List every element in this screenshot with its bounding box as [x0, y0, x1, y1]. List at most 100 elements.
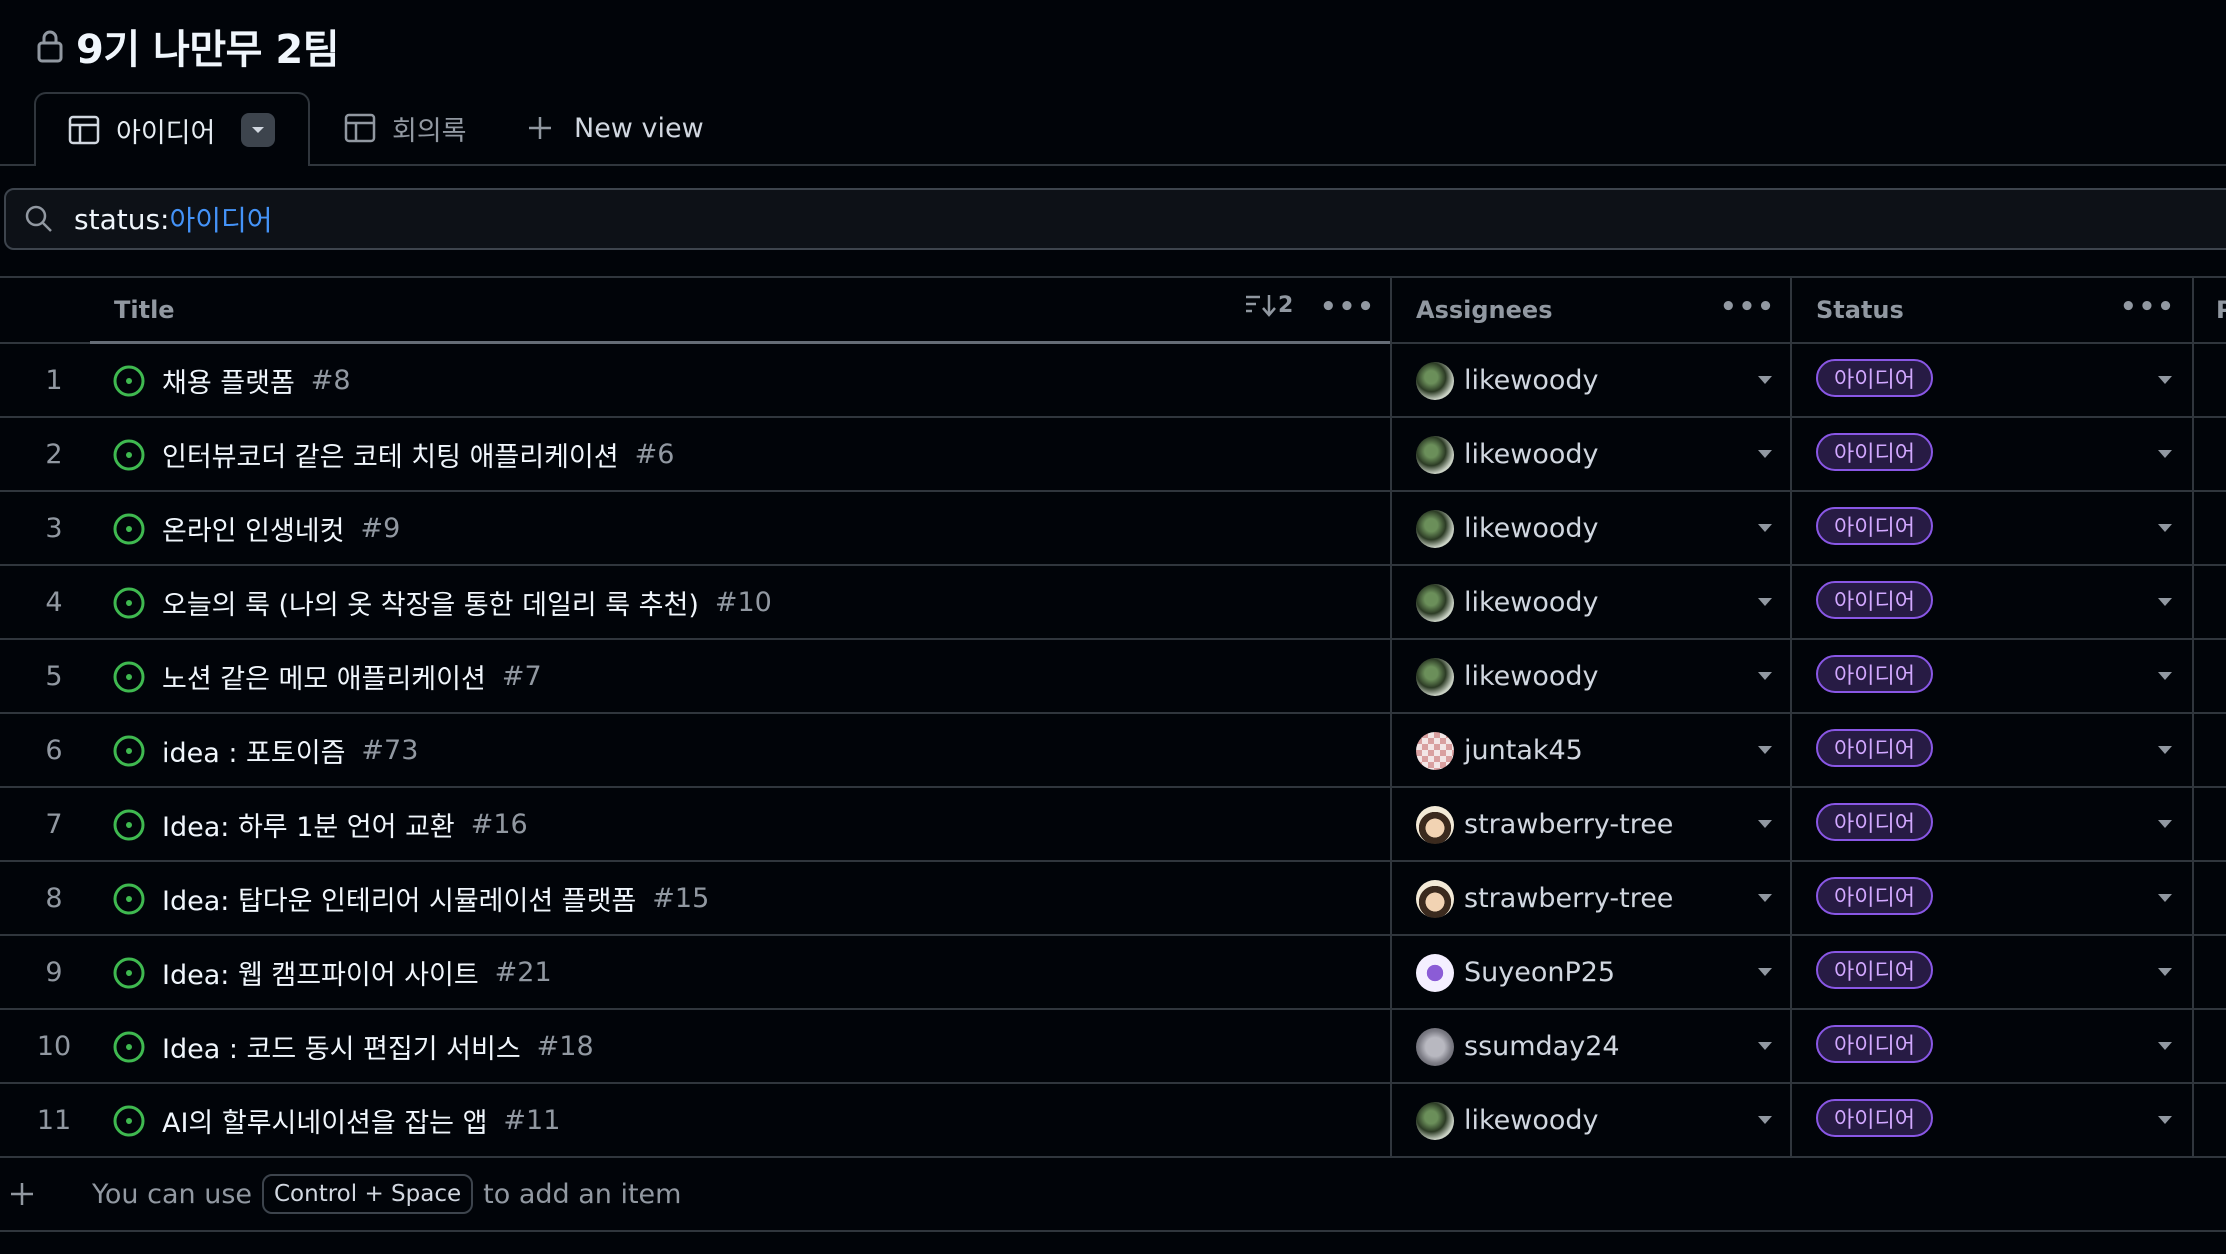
assignee-name[interactable]: likewoody [1464, 344, 1599, 416]
issue-title-link[interactable]: 채용 플랫폼 #8 [162, 344, 351, 416]
tab-options-button[interactable] [241, 113, 276, 147]
status-dropdown-icon[interactable] [2158, 376, 2172, 384]
status-dropdown-icon[interactable] [2158, 672, 2172, 680]
table-row[interactable]: 11 AI의 할루시네이션을 잡는 앱 #11 likewoody 아이디어 [0, 1084, 2226, 1158]
status-dropdown-icon[interactable] [2158, 968, 2172, 976]
issue-title-link[interactable]: idea : 포토이즘 #73 [162, 714, 418, 786]
sort-icon [1246, 295, 1276, 317]
assignee-dropdown-icon[interactable] [1758, 598, 1772, 606]
avatar[interactable] [1416, 806, 1454, 844]
column-divider [1390, 1084, 1392, 1156]
avatar[interactable] [1416, 732, 1454, 770]
row-number: 6 [45, 734, 63, 766]
column-divider [1790, 492, 1792, 564]
assignee-name[interactable]: likewoody [1464, 566, 1599, 638]
assignee-name[interactable]: strawberry-tree [1464, 788, 1673, 860]
issue-title-link[interactable]: Idea : 코드 동시 편집기 서비스 #18 [162, 1010, 594, 1082]
status-badge[interactable]: 아이디어 [1816, 951, 1933, 989]
column-header-title[interactable]: Title [114, 278, 175, 342]
avatar[interactable] [1416, 362, 1454, 400]
column-header-assignees[interactable]: Assignees [1416, 278, 1552, 342]
assignee-name[interactable]: likewoody [1464, 640, 1599, 712]
new-view-button[interactable]: New view [526, 92, 704, 164]
table-row[interactable]: 1 채용 플랫폼 #8 likewoody 아이디어 [0, 344, 2226, 418]
avatar[interactable] [1416, 658, 1454, 696]
issue-title-link[interactable]: Idea: 하루 1분 언어 교환 #16 [162, 788, 528, 860]
status-dropdown-icon[interactable] [2158, 524, 2172, 532]
assignee-name[interactable]: SuyeonP25 [1464, 936, 1615, 1008]
column-divider [2192, 714, 2194, 786]
status-dropdown-icon[interactable] [2158, 820, 2172, 828]
assignee-dropdown-icon[interactable] [1758, 820, 1772, 828]
status-badge[interactable]: 아이디어 [1816, 359, 1933, 397]
assignee-dropdown-icon[interactable] [1758, 450, 1772, 458]
status-dropdown-icon[interactable] [2158, 450, 2172, 458]
assignees-column-menu-button[interactable]: ••• [1720, 292, 1776, 322]
issue-title-link[interactable]: AI의 할루시네이션을 잡는 앱 #11 [162, 1084, 560, 1156]
table-row[interactable]: 10 Idea : 코드 동시 편집기 서비스 #18 ssumday24 아이디어 [0, 1010, 2226, 1084]
table-row[interactable]: 3 온라인 인생네컷 #9 likewoody 아이디어 [0, 492, 2226, 566]
tab-meeting-notes[interactable]: 회의록 [344, 92, 467, 164]
avatar[interactable] [1416, 1102, 1454, 1140]
table-row[interactable]: 9 Idea: 웹 캠프파이어 사이트 #21 SuyeonP25 아이디어 [0, 936, 2226, 1010]
table-row[interactable]: 5 노션 같은 메모 애플리케이션 #7 likewoody 아이디어 [0, 640, 2226, 714]
issue-title-link[interactable]: Idea: 웹 캠프파이어 사이트 #21 [162, 936, 552, 1008]
tab-ideas[interactable]: 아이디어 [34, 92, 310, 166]
table-row[interactable]: 2 인터뷰코더 같은 코테 치팅 애플리케이션 #6 likewoody 아이디어 [0, 418, 2226, 492]
issue-title-link[interactable]: 노션 같은 메모 애플리케이션 #7 [162, 640, 542, 712]
status-dropdown-icon[interactable] [2158, 894, 2172, 902]
avatar[interactable] [1416, 1028, 1454, 1066]
table-row[interactable]: 7 Idea: 하루 1분 언어 교환 #16 strawberry-tree 아이디어 [0, 788, 2226, 862]
status-badge[interactable]: 아이디어 [1816, 507, 1933, 545]
column-header-status[interactable]: Status [1816, 278, 1904, 342]
table-row[interactable]: 4 오늘의 룩 (나의 옷 착장을 통한 데일리 룩 추천) #10 likewood… [0, 566, 2226, 640]
issue-title-link[interactable]: Idea: 탑다운 인테리어 시뮬레이션 플랫폼 #15 [162, 862, 709, 934]
assignee-name[interactable]: likewoody [1464, 492, 1599, 564]
issue-title-link[interactable]: 오늘의 룩 (나의 옷 착장을 통한 데일리 룩 추천) #10 [162, 566, 772, 638]
status-badge[interactable]: 아이디어 [1816, 581, 1933, 619]
column-header-next[interactable]: P [2216, 278, 2226, 342]
assignee-name[interactable]: strawberry-tree [1464, 862, 1673, 934]
table-row[interactable]: 6 idea : 포토이즘 #73 juntak45 아이디어 [0, 714, 2226, 788]
assignee-dropdown-icon[interactable] [1758, 1116, 1772, 1124]
assignee-dropdown-icon[interactable] [1758, 1042, 1772, 1050]
issue-title-link[interactable]: 인터뷰코더 같은 코테 치팅 애플리케이션 #6 [162, 418, 674, 490]
avatar[interactable] [1416, 510, 1454, 548]
column-divider [2192, 278, 2194, 342]
project-table: Title 2 ••• Assignees ••• Status ••• P 1… [0, 276, 2226, 1232]
issue-opened-icon [113, 809, 145, 841]
status-dropdown-icon[interactable] [2158, 1042, 2172, 1050]
assignee-dropdown-icon[interactable] [1758, 376, 1772, 384]
filter-input[interactable]: status: 아이디어 [4, 188, 2226, 250]
status-badge[interactable]: 아이디어 [1816, 655, 1933, 693]
project-header: 9기 나만무 2팀 [36, 18, 340, 74]
assignee-name[interactable]: likewoody [1464, 418, 1599, 490]
status-badge[interactable]: 아이디어 [1816, 803, 1933, 841]
status-dropdown-icon[interactable] [2158, 746, 2172, 754]
assignee-dropdown-icon[interactable] [1758, 968, 1772, 976]
status-badge[interactable]: 아이디어 [1816, 729, 1933, 767]
title-column-menu-button[interactable]: ••• [1320, 292, 1376, 322]
issue-title-link[interactable]: 온라인 인생네컷 #9 [162, 492, 400, 564]
assignee-name[interactable]: ssumday24 [1464, 1010, 1620, 1082]
avatar[interactable] [1416, 436, 1454, 474]
status-dropdown-icon[interactable] [2158, 1116, 2172, 1124]
assignee-name[interactable]: likewoody [1464, 1084, 1599, 1156]
status-badge[interactable]: 아이디어 [1816, 1099, 1933, 1137]
assignee-dropdown-icon[interactable] [1758, 746, 1772, 754]
add-item-row[interactable]: You can use Control + Space to add an it… [0, 1158, 2226, 1232]
status-badge[interactable]: 아이디어 [1816, 433, 1933, 471]
avatar[interactable] [1416, 584, 1454, 622]
avatar[interactable] [1416, 954, 1454, 992]
sort-indicator[interactable]: 2 [1244, 292, 1293, 318]
assignee-dropdown-icon[interactable] [1758, 894, 1772, 902]
status-badge[interactable]: 아이디어 [1816, 877, 1933, 915]
assignee-dropdown-icon[interactable] [1758, 672, 1772, 680]
table-row[interactable]: 8 Idea: 탑다운 인테리어 시뮬레이션 플랫폼 #15 strawberry-t… [0, 862, 2226, 936]
status-column-menu-button[interactable]: ••• [2120, 292, 2176, 322]
status-dropdown-icon[interactable] [2158, 598, 2172, 606]
assignee-dropdown-icon[interactable] [1758, 524, 1772, 532]
assignee-name[interactable]: juntak45 [1464, 714, 1583, 786]
status-badge[interactable]: 아이디어 [1816, 1025, 1933, 1063]
avatar[interactable] [1416, 880, 1454, 918]
